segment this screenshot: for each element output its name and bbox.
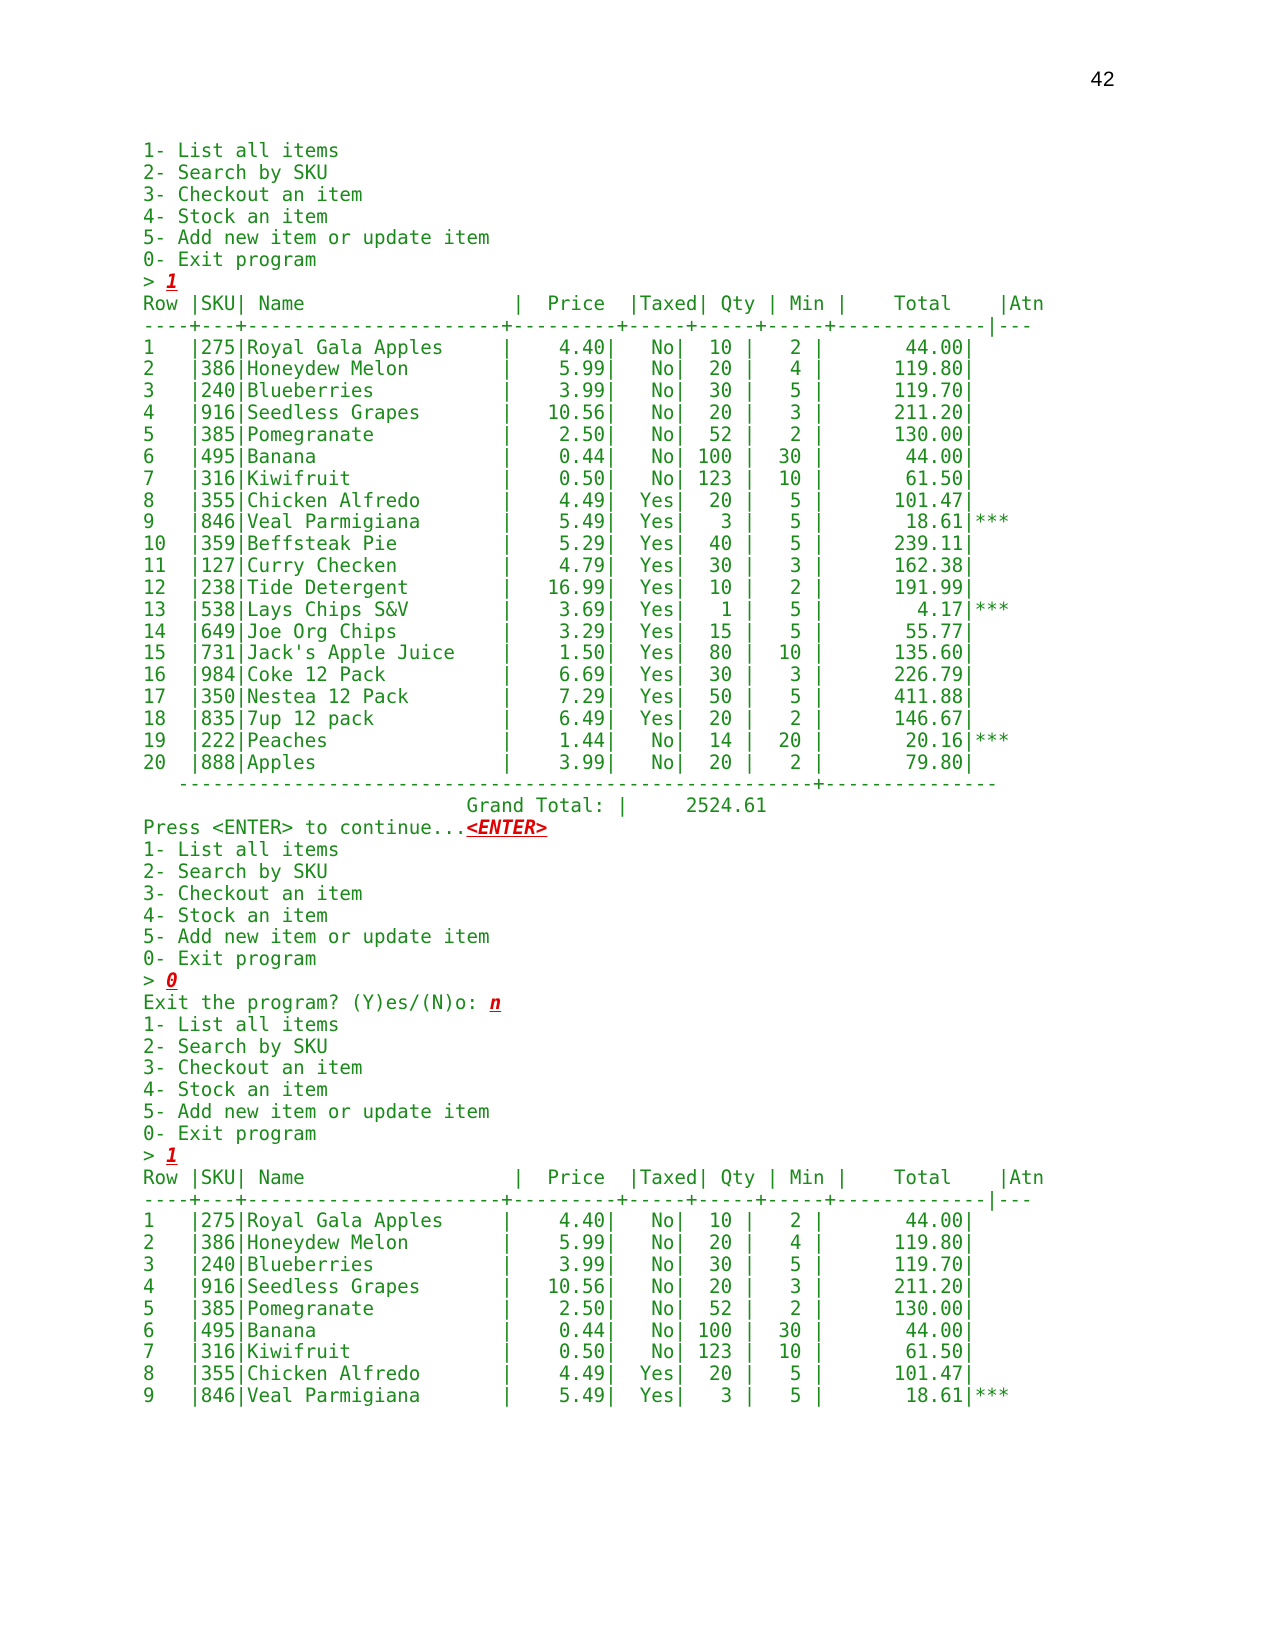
table-row: 4 |916|Seedless Grapes | 10.56| No| 20 |… <box>143 401 975 425</box>
menu-option-6[interactable]: 0- Exit program <box>143 1123 1143 1145</box>
menu-option-6[interactable]: 0- Exit program <box>143 948 1143 970</box>
table-row: 4 |916|Seedless Grapes | 10.56| No| 20 |… <box>143 1274 975 1298</box>
table-row: 20 |888|Apples | 3.99| No| 20 | 2 | 79.8… <box>143 750 975 774</box>
table-row: 1 |275|Royal Gala Apples | 4.40| No| 10 … <box>143 1209 975 1233</box>
menu-option-3[interactable]: 3- Checkout an item <box>143 882 1143 905</box>
menu-option-2[interactable]: 2- Search by SKU <box>143 860 1143 883</box>
table-row: 9 |846|Veal Parmigiana | 5.49| Yes| 3 | … <box>143 1384 1010 1408</box>
table-row: 9 |846|Veal Parmigiana | 5.49| Yes| 3 | … <box>143 510 1010 534</box>
menu-option-4[interactable]: 4- Stock an item <box>143 904 1143 927</box>
prompt-line: > 1 <box>143 271 1143 293</box>
menu-option-5[interactable]: 5- Add new item or update item <box>143 926 1143 948</box>
menu-option-3[interactable]: 3- Checkout an item <box>143 183 1143 206</box>
user-input-menu-choice[interactable]: 1 <box>166 270 178 293</box>
prompt-symbol: > <box>143 969 167 993</box>
press-enter-label: Press <ENTER> to continue... <box>143 816 467 840</box>
table-separator: ----+---+----------------------+--------… <box>143 1187 1033 1211</box>
table-row: 14 |649|Joe Org Chips | 3.29| Yes| 15 | … <box>143 619 975 643</box>
menu-option-1[interactable]: 1- List all items <box>143 839 1143 861</box>
table-row: 8 |355|Chicken Alfredo | 4.49| Yes| 20 |… <box>143 1362 975 1386</box>
table-row: 7 |316|Kiwifruit | 0.50| No| 123 | 10 | … <box>143 1340 975 1364</box>
menu-option-1[interactable]: 1- List all items <box>143 1013 1143 1036</box>
table-header-row: Row |SKU| Name | Price |Taxed| Qty | Min… <box>143 291 1045 315</box>
table-row: 10 |359|Beffsteak Pie | 5.29| Yes| 40 | … <box>143 532 975 556</box>
menu-option-2[interactable]: 2- Search by SKU <box>143 1035 1143 1058</box>
table-row: 19 |222|Peaches | 1.44| No| 14 | 20 | 20… <box>143 728 1010 752</box>
table-row: 11 |127|Curry Checken | 4.79| Yes| 30 | … <box>143 554 975 578</box>
table-row: 5 |385|Pomegranate | 2.50| No| 52 | 2 | … <box>143 1296 975 1320</box>
menu-option-5[interactable]: 5- Add new item or update item <box>143 1101 1143 1123</box>
prompt-symbol: > <box>143 1143 167 1167</box>
table-row: 3 |240|Blueberries | 3.99| No| 30 | 5 | … <box>143 1253 975 1277</box>
table-row: 18 |835|7up 12 pack | 6.49| Yes| 20 | 2 … <box>143 706 975 730</box>
table-row: 7 |316|Kiwifruit | 0.50| No| 123 | 10 | … <box>143 466 975 490</box>
table-row: 6 |495|Banana | 0.44| No| 100 | 30 | 44.… <box>143 1318 975 1342</box>
menu-option-2[interactable]: 2- Search by SKU <box>143 161 1143 184</box>
grand-total-line: Grand Total: | 2524.61 <box>143 794 767 818</box>
table-row: 1 |275|Royal Gala Apples | 4.40| No| 10 … <box>143 335 975 359</box>
table-row: 16 |984|Coke 12 Pack | 6.69| Yes| 30 | 3… <box>143 663 975 687</box>
page-number: 42 <box>1090 68 1115 91</box>
menu-option-4[interactable]: 4- Stock an item <box>143 1079 1143 1101</box>
prompt-symbol: > <box>143 270 167 294</box>
menu-option-3[interactable]: 3- Checkout an item <box>143 1057 1143 1079</box>
table-row: 5 |385|Pomegranate | 2.50| No| 52 | 2 | … <box>143 422 975 446</box>
table-row: 3 |240|Blueberries | 3.99| No| 30 | 5 | … <box>143 379 975 403</box>
user-input-enter[interactable]: <ENTER> <box>466 816 547 839</box>
terminal-output: 1- List all items 2- Search by SKU 3- Chec… <box>143 140 1143 1407</box>
user-input-menu-choice[interactable]: 1 <box>166 1144 178 1167</box>
menu-option-1[interactable]: 1- List all items <box>143 140 1143 162</box>
prompt-line: > 1 <box>143 1143 1143 1167</box>
menu-option-5[interactable]: 5- Add new item or update item <box>143 227 1143 249</box>
table-separator: ----+---+----------------------+--------… <box>143 313 1033 337</box>
exit-prompt-label: Exit the program? (Y)es/(N)o: <box>143 990 490 1014</box>
input-line: Exit the program? (Y)es/(N)o: n <box>143 990 1143 1014</box>
table-row: 8 |355|Chicken Alfredo | 4.49| Yes| 20 |… <box>143 488 975 512</box>
menu-option-6[interactable]: 0- Exit program <box>143 249 1143 271</box>
input-line: Press <ENTER> to continue...<ENTER> <box>143 817 1143 839</box>
prompt-line: > 0 <box>143 970 1143 992</box>
table-row: 13 |538|Lays Chips S&V | 3.69| Yes| 1 | … <box>143 597 1010 621</box>
table-row: 17 |350|Nestea 12 Pack | 7.29| Yes| 50 |… <box>143 685 975 709</box>
table-row: 2 |386|Honeydew Melon | 5.99| No| 20 | 4… <box>143 1231 975 1255</box>
table-row: 15 |731|Jack's Apple Juice | 1.50| Yes| … <box>143 641 975 665</box>
table-row: 12 |238|Tide Detergent | 16.99| Yes| 10 … <box>143 575 975 599</box>
table-header-row: Row |SKU| Name | Price |Taxed| Qty | Min… <box>143 1165 1045 1189</box>
menu-option-4[interactable]: 4- Stock an item <box>143 205 1143 228</box>
table-row: 2 |386|Honeydew Melon | 5.99| No| 20 | 4… <box>143 357 975 381</box>
user-input-exit-choice[interactable]: 0 <box>166 969 178 992</box>
table-row: 6 |495|Banana | 0.44| No| 100 | 30 | 44.… <box>143 444 975 468</box>
user-input-exit-confirm[interactable]: n <box>490 991 502 1014</box>
table-footer-separator: ----------------------------------------… <box>143 772 998 796</box>
